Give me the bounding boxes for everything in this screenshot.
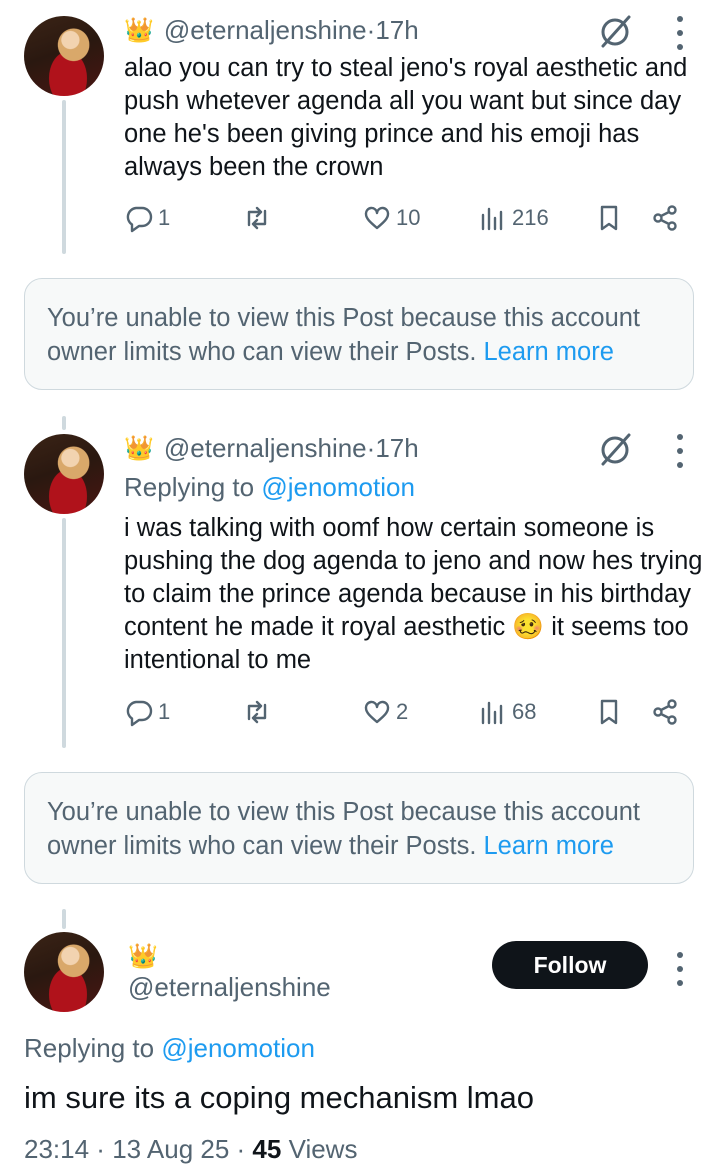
- like-icon: [364, 206, 390, 230]
- tweet-actions: 1 10 216: [124, 200, 684, 236]
- replying-to: Replying to @jenomotion: [24, 1033, 315, 1064]
- like-count: 10: [396, 205, 421, 230]
- reply-count: 1: [158, 205, 171, 230]
- handle[interactable]: @eternaljenshine: [164, 433, 367, 464]
- replying-prefix: Replying to: [24, 1033, 162, 1063]
- like-icon: [364, 700, 390, 724]
- separator: ·: [366, 433, 376, 463]
- share-button[interactable]: [650, 200, 680, 236]
- handle[interactable]: @eternaljenshine: [128, 972, 331, 1003]
- reply-count: 1: [158, 699, 171, 724]
- more-icon[interactable]: [675, 16, 685, 50]
- share-button[interactable]: [650, 694, 680, 730]
- bookmark-button[interactable]: [594, 200, 624, 236]
- avatar[interactable]: [24, 932, 104, 1012]
- views-count: 216: [512, 205, 549, 230]
- views-button[interactable]: 216: [478, 200, 549, 236]
- bookmark-icon: [600, 205, 618, 231]
- tweet-actions: 1 2 68: [124, 694, 684, 730]
- reply-button[interactable]: 1: [124, 694, 170, 730]
- timestamp[interactable]: 17h: [375, 15, 418, 46]
- tweet-text: alao you can try to steal jeno's royal a…: [124, 54, 688, 181]
- replying-prefix: Replying to: [124, 472, 262, 502]
- retweet-icon: [247, 206, 267, 230]
- crown-emoji: 👑: [128, 943, 158, 970]
- reply-button[interactable]: 1: [124, 200, 170, 236]
- tweet-text: i was talking with oomf how certain some…: [124, 512, 704, 677]
- post-meta: 23:14 · 13 Aug 25 · 45 Views: [24, 1134, 357, 1165]
- tweet-header: 👑 @eternaljenshine · 17h: [124, 15, 419, 46]
- separator: ·: [366, 15, 376, 45]
- tweet-header: 👑 @eternaljenshine · 17h: [124, 433, 419, 464]
- thread-line: [62, 518, 66, 748]
- views-count: 68: [512, 699, 537, 724]
- like-button[interactable]: 2: [362, 694, 408, 730]
- retweet-button[interactable]: [242, 694, 276, 730]
- post-date[interactable]: 13 Aug 25: [112, 1134, 229, 1164]
- follow-button[interactable]: Follow: [492, 941, 648, 989]
- handle[interactable]: @eternaljenshine: [164, 15, 367, 46]
- replying-to: Replying to @jenomotion: [124, 472, 415, 503]
- learn-more-link[interactable]: Learn more: [484, 338, 614, 366]
- woozy-face-emoji: 🥴: [512, 613, 545, 641]
- reply-icon: [126, 206, 153, 233]
- mention-link[interactable]: @jenomotion: [261, 472, 415, 502]
- restricted-post-notice: You’re unable to view this Post because …: [24, 772, 694, 884]
- thread-line: [62, 100, 66, 254]
- crown-emoji: 👑: [124, 17, 154, 44]
- timestamp[interactable]: 17h: [375, 433, 418, 464]
- more-icon[interactable]: [675, 434, 685, 468]
- like-button[interactable]: 10: [362, 200, 420, 236]
- like-count: 2: [396, 699, 409, 724]
- views-button[interactable]: 68: [478, 694, 536, 730]
- views-count[interactable]: 45: [252, 1134, 281, 1164]
- crown-emoji: 👑: [124, 435, 154, 462]
- views-label: Views: [281, 1134, 358, 1164]
- restricted-post-notice: You’re unable to view this Post because …: [24, 278, 694, 390]
- learn-more-link[interactable]: Learn more: [484, 832, 614, 860]
- share-icon: [653, 205, 677, 231]
- grok-icon[interactable]: [597, 13, 633, 49]
- post-text: im sure its a coping mechanism lmao: [24, 1080, 534, 1115]
- more-icon[interactable]: [675, 952, 685, 986]
- reply-icon: [126, 700, 153, 727]
- avatar[interactable]: [24, 16, 104, 96]
- avatar[interactable]: [24, 434, 104, 514]
- retweet-button[interactable]: [242, 200, 276, 236]
- views-icon: [481, 207, 503, 231]
- thread-line: [62, 909, 66, 929]
- bookmark-button[interactable]: [594, 694, 624, 730]
- mention-link[interactable]: @jenomotion: [161, 1033, 315, 1063]
- retweet-icon: [247, 700, 267, 724]
- share-icon: [653, 699, 677, 725]
- post-time[interactable]: 23:14: [24, 1134, 89, 1164]
- thread-line: [62, 416, 66, 430]
- views-icon: [481, 701, 503, 725]
- grok-icon[interactable]: [597, 431, 633, 467]
- bookmark-icon: [600, 699, 618, 725]
- separator: ·: [229, 1134, 253, 1164]
- separator: ·: [89, 1134, 113, 1164]
